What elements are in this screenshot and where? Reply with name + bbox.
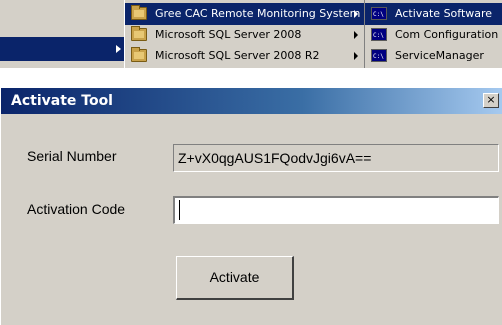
all-programs-item[interactable]: All Programs bbox=[0, 37, 124, 92]
screen: All Programs Gree CAC Remote Monitoring … bbox=[0, 0, 502, 325]
submenu-arrow-icon bbox=[354, 10, 358, 18]
menu-item-label: Com Configuration bbox=[395, 28, 499, 41]
menu-item-activate-software[interactable]: Activate Software bbox=[365, 3, 502, 26]
menu-item-service-manager[interactable]: ServiceManager bbox=[365, 45, 502, 68]
folder-icon bbox=[131, 5, 147, 20]
command-prompt-icon bbox=[371, 25, 387, 47]
menu-item-sql-server-2008[interactable]: Microsoft SQL Server 2008 bbox=[125, 24, 364, 46]
activate-button[interactable]: Activate bbox=[176, 256, 294, 300]
folder-icon bbox=[131, 26, 147, 41]
menu-item-label: Microsoft SQL Server 2008 bbox=[155, 28, 302, 41]
folder-icon bbox=[131, 47, 147, 62]
menu-item-com-configuration[interactable]: Com Configuration bbox=[365, 24, 502, 47]
menu-item-label: Activate Software bbox=[395, 7, 493, 20]
menu-item-label: ServiceManager bbox=[395, 49, 484, 62]
serial-number-label: Serial Number bbox=[27, 148, 117, 164]
text-caret bbox=[179, 200, 180, 220]
activation-code-input[interactable] bbox=[173, 196, 499, 224]
programs-menu: Gree CAC Remote Monitoring System Micros… bbox=[124, 0, 364, 68]
menu-item-gree-cac[interactable]: Gree CAC Remote Monitoring System bbox=[125, 3, 364, 25]
gree-submenu: Activate Software Com Configuration Serv… bbox=[364, 0, 502, 68]
dialog-titlebar[interactable]: Activate Tool × bbox=[1, 88, 502, 114]
activation-code-label: Activation Code bbox=[27, 201, 126, 217]
menu-item-label: Gree CAC Remote Monitoring System bbox=[155, 7, 361, 20]
command-prompt-icon bbox=[371, 46, 387, 68]
activate-tool-dialog: Activate Tool × Serial Number Z+vX0qgAUS… bbox=[0, 88, 502, 325]
serial-number-field: Z+vX0qgAUS1FQodvJgi6vA== bbox=[173, 144, 499, 172]
submenu-arrow-icon bbox=[354, 52, 358, 60]
submenu-arrow-icon bbox=[354, 31, 358, 39]
start-menu-left-pane: All Programs bbox=[0, 0, 124, 92]
dialog-title: Activate Tool bbox=[11, 93, 113, 109]
menu-item-label: Microsoft SQL Server 2008 R2 bbox=[155, 49, 320, 62]
close-button[interactable]: × bbox=[483, 93, 499, 108]
command-prompt-icon bbox=[371, 4, 387, 26]
start-menu: All Programs Gree CAC Remote Monitoring … bbox=[0, 0, 502, 92]
all-programs-arrow-icon bbox=[116, 45, 121, 53]
menu-item-sql-server-2008-r2[interactable]: Microsoft SQL Server 2008 R2 bbox=[125, 45, 364, 67]
close-icon: × bbox=[486, 93, 496, 106]
